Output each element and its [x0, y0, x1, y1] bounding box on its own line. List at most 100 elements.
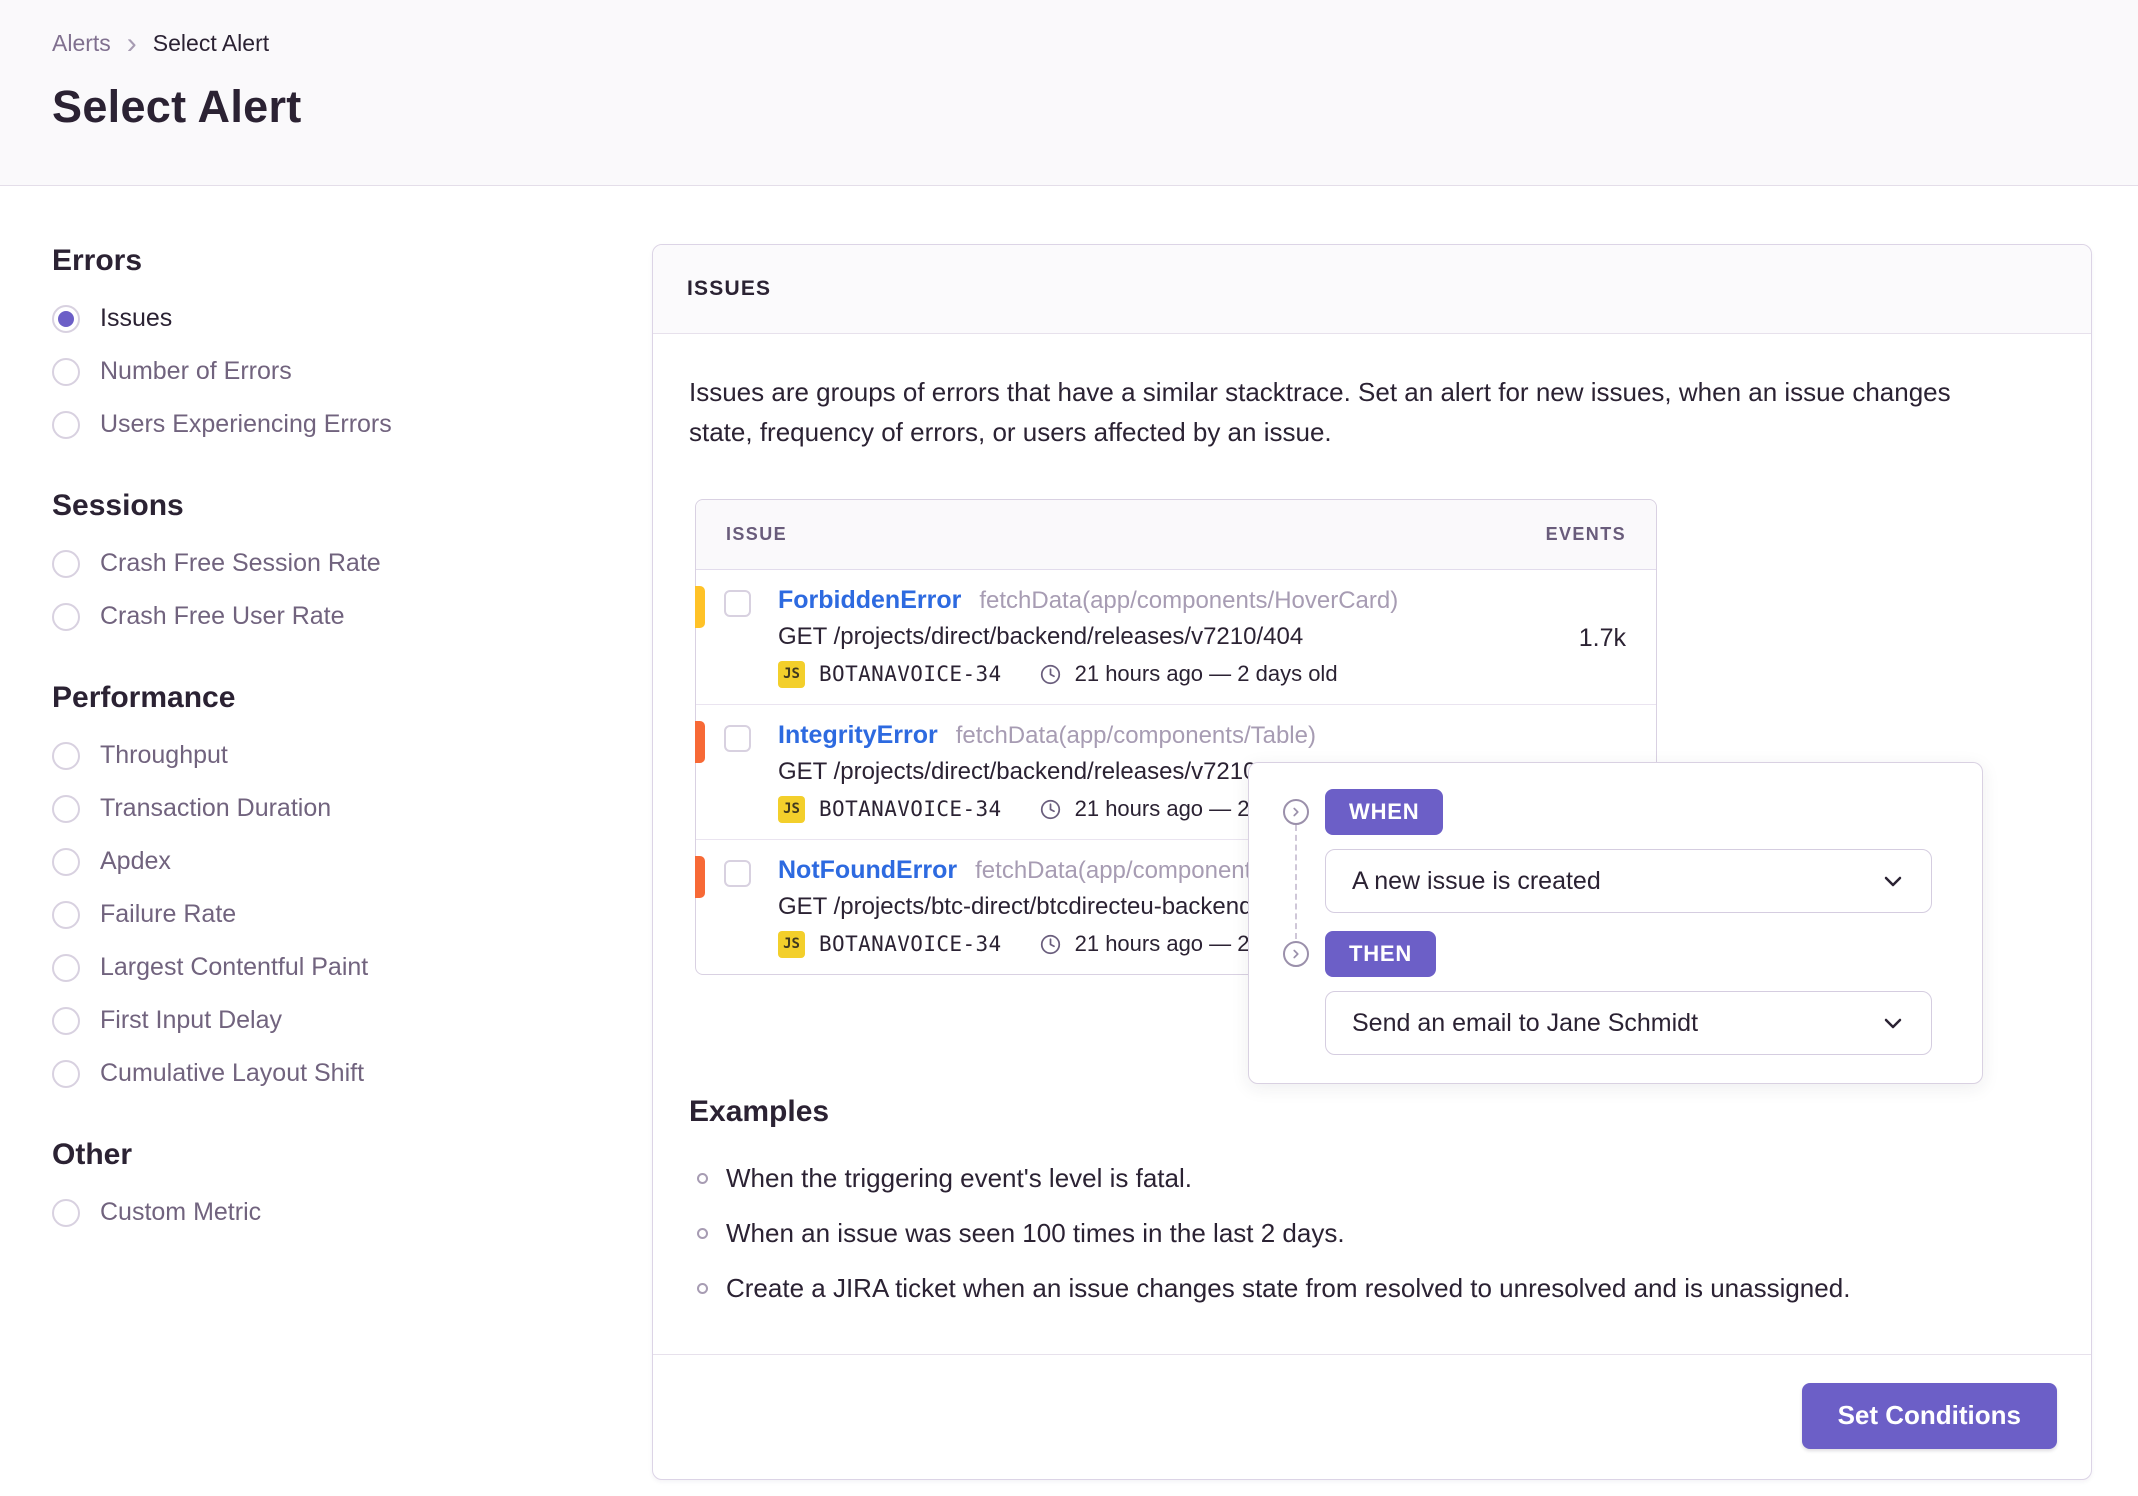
page-title: Select Alert — [52, 81, 302, 132]
radio-label: Cumulative Layout Shift — [100, 1059, 365, 1087]
radio-icon — [52, 900, 80, 929]
radio-icon — [52, 794, 80, 823]
issue-checkbox[interactable] — [724, 589, 751, 617]
radio-icon — [52, 1198, 80, 1227]
radio-option-first-input-delay[interactable]: First Input Delay — [52, 1006, 652, 1035]
issue-row-forbiddenerror: ForbiddenError fetchData(app/components/… — [695, 570, 1656, 705]
radio-icon — [52, 410, 80, 439]
radio-label: Transaction Duration — [100, 794, 332, 822]
issue-age: 21 hours ago — 2 days old — [1074, 661, 1338, 687]
radio-label: Number of Errors — [100, 357, 292, 385]
radio-icon — [52, 357, 80, 386]
radio-icon — [52, 847, 80, 876]
issue-project-slug: BOTANAVOICE-34 — [819, 797, 1002, 822]
example-text: When an issue was seen 100 times in the … — [726, 1217, 1345, 1248]
issue-culprit: fetchData(app/components/Table) — [955, 721, 1316, 749]
issue-project-slug: BOTANAVOICE-34 — [819, 662, 1002, 687]
when-badge: WHEN — [1325, 789, 1444, 835]
bullet-icon — [697, 1172, 708, 1184]
radio-option-failure-rate[interactable]: Failure Rate — [52, 900, 652, 929]
clock-icon — [1040, 799, 1061, 820]
examples-list: When the triggering event's level is fat… — [689, 1163, 2055, 1304]
radio-option-users-experiencing-errors[interactable]: Users Experiencing Errors — [52, 410, 652, 439]
issues-description: Issues are groups of errors that have a … — [689, 377, 1951, 448]
radio-option-throughput[interactable]: Throughput — [52, 741, 652, 770]
radio-option-crash-free-user-rate[interactable]: Crash Free User Rate — [52, 602, 652, 631]
radio-icon — [52, 1006, 80, 1035]
chevron-down-icon — [1881, 1011, 1905, 1035]
alert-type-sidebar: Errors Issues Number of Errors Users Exp… — [52, 244, 652, 1277]
group-errors: Errors Issues Number of Errors Users Exp… — [52, 244, 652, 439]
radio-label: Users Experiencing Errors — [100, 410, 392, 438]
radio-option-crash-free-session-rate[interactable]: Crash Free Session Rate — [52, 549, 652, 578]
step-connector-line — [1295, 825, 1297, 939]
radio-icon — [52, 549, 80, 578]
radio-label: Crash Free User Rate — [100, 602, 345, 630]
javascript-platform-icon: JS — [778, 795, 805, 823]
radio-icon — [52, 741, 80, 770]
alert-conditions-popover: WHEN A new issue is created THEN Send an… — [1248, 762, 1983, 1084]
issue-request: GET /projects/direct/backend/releases/v7… — [778, 622, 1304, 650]
issue-checkbox[interactable] — [724, 859, 751, 887]
radio-label: Issues — [100, 304, 173, 332]
issues-panel: ISSUES Issues are groups of errors that … — [652, 244, 2092, 1480]
breadcrumb-current: Select Alert — [152, 30, 270, 56]
chevron-right-icon: › — [126, 26, 137, 60]
issue-checkbox[interactable] — [724, 724, 751, 752]
group-title-sessions: Sessions — [52, 489, 184, 522]
issue-level-bar — [695, 720, 705, 763]
radio-icon — [52, 1059, 80, 1088]
group-performance: Performance Throughput Transaction Durat… — [52, 681, 652, 1088]
radio-option-transaction-duration[interactable]: Transaction Duration — [52, 794, 652, 823]
javascript-platform-icon: JS — [778, 930, 805, 958]
chevron-down-icon — [1881, 869, 1905, 893]
radio-icon — [52, 953, 80, 982]
issue-level-bar — [695, 585, 705, 628]
group-title-errors: Errors — [52, 244, 143, 277]
radio-label: First Input Delay — [100, 1006, 283, 1034]
bullet-icon — [697, 1227, 708, 1239]
radio-option-issues[interactable]: Issues — [52, 304, 652, 333]
clock-icon — [1040, 934, 1061, 955]
radio-selected-icon — [52, 304, 80, 333]
radio-label: Crash Free Session Rate — [100, 549, 381, 577]
radio-option-largest-contentful-paint[interactable]: Largest Contentful Paint — [52, 953, 652, 982]
radio-label: Custom Metric — [100, 1198, 262, 1226]
when-condition-value: A new issue is created — [1352, 866, 1601, 895]
group-title-other: Other — [52, 1138, 133, 1171]
radio-label: Throughput — [100, 741, 228, 769]
then-action-value: Send an email to Jane Schmidt — [1352, 1008, 1699, 1037]
set-conditions-button[interactable]: Set Conditions — [1801, 1382, 2057, 1449]
issue-title-link[interactable]: IntegrityError — [778, 721, 938, 750]
radio-label: Failure Rate — [100, 900, 237, 928]
issue-culprit: fetchData(app/components/HoverCard) — [979, 586, 1399, 614]
issue-title-link[interactable]: NotFoundError — [778, 856, 957, 885]
issue-project-slug: BOTANAVOICE-34 — [819, 932, 1002, 957]
when-step: WHEN — [1283, 789, 1932, 835]
radio-label: Apdex — [100, 847, 171, 875]
radio-option-number-of-errors[interactable]: Number of Errors — [52, 357, 652, 386]
panel-footer: Set Conditions — [653, 1353, 2091, 1479]
breadcrumb-alerts-link[interactable]: Alerts — [52, 30, 111, 57]
example-item: When an issue was seen 100 times in the … — [697, 1218, 2055, 1249]
issue-level-bar — [695, 855, 705, 898]
examples-title: Examples — [689, 1094, 830, 1128]
radio-icon — [52, 602, 80, 631]
example-text: Create a JIRA ticket when an issue chang… — [726, 1272, 1851, 1303]
example-item: Create a JIRA ticket when an issue chang… — [697, 1273, 2055, 1304]
radio-label: Largest Contentful Paint — [100, 953, 369, 981]
when-condition-select[interactable]: A new issue is created — [1325, 849, 1932, 913]
issues-table-header: ISSUE EVENTS — [696, 499, 1656, 570]
radio-option-apdex[interactable]: Apdex — [52, 847, 652, 876]
example-item: When the triggering event's level is fat… — [697, 1163, 2055, 1194]
column-header-issue: ISSUE — [726, 523, 788, 544]
radio-option-cumulative-layout-shift[interactable]: Cumulative Layout Shift — [52, 1059, 652, 1088]
issue-title-link[interactable]: ForbiddenError — [778, 586, 961, 615]
then-action-select[interactable]: Send an email to Jane Schmidt — [1325, 991, 1932, 1055]
then-badge: THEN — [1325, 931, 1437, 977]
breadcrumb: Alerts › Select Alert — [52, 26, 2138, 60]
issue-meta: JS BOTANAVOICE-34 21 hours ago — 2 days … — [778, 660, 1626, 688]
radio-option-custom-metric[interactable]: Custom Metric — [52, 1198, 652, 1227]
group-sessions: Sessions Crash Free Session Rate Crash F… — [52, 489, 652, 631]
then-step: THEN — [1283, 931, 1932, 977]
